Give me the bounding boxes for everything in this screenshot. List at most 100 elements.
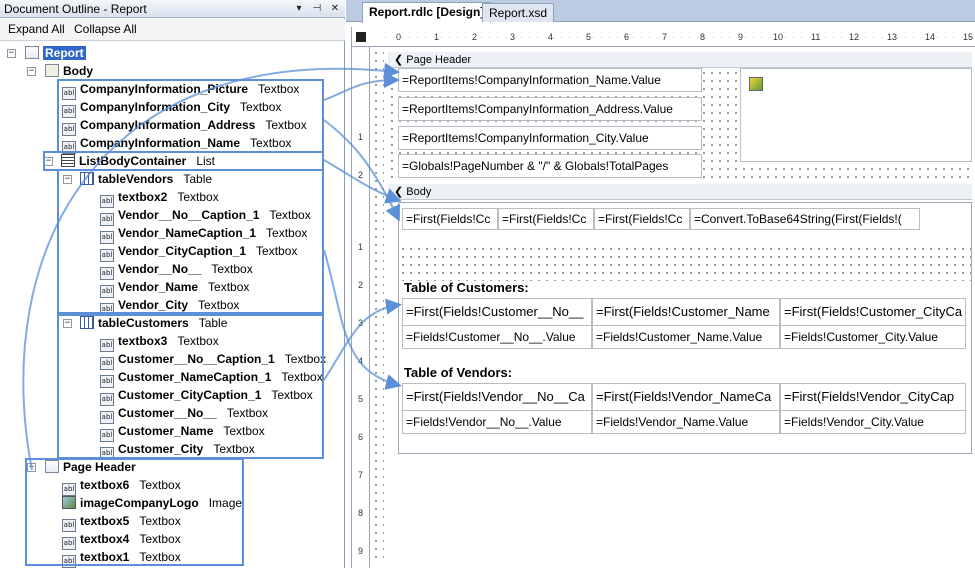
design-surface[interactable]: 0 1 2 3 4 5 6 7 8 9 10 11 12 13 14 15 1 … [351,27,975,568]
tree-node-textbox[interactable]: abl textbox3 Textbox [100,332,219,352]
ruler-tick: 2 [358,170,364,180]
customers-detail-cell[interactable]: =Fields!Customer_Name.Value [592,325,780,349]
tree-node-textbox[interactable]: abl textbox4 Textbox [62,530,181,550]
body-band[interactable]: ❮ Body [388,184,972,200]
tree-node-textbox[interactable]: abl Customer_City Textbox [100,440,255,460]
tree-label-report: Report [43,46,86,60]
image-icon [62,496,76,509]
ruler-tick: 8 [358,508,364,518]
tree-node-textbox[interactable]: abl Vendor_CityCaption_1 Textbox [100,242,297,262]
tree-label-page-header: Page Header [63,460,136,474]
collapse-icon[interactable]: − [63,319,72,328]
tab-report-xsd[interactable]: Report.xsd [482,3,555,22]
ruler-tick: 6 [358,432,364,442]
header-textbox[interactable]: =ReportItems!CompanyInformation_Address.… [398,97,702,121]
tree-node-textbox[interactable]: abl CompanyInformation_City Textbox [62,98,282,118]
ruler-ticks [382,36,972,38]
dropdown-icon[interactable]: ▾ [292,1,306,16]
customers-header-cell[interactable]: =First(Fields!Customer_Name [592,298,780,326]
tree-node-textbox[interactable]: abl CompanyInformation_Name Textbox [62,134,291,154]
tree-node-textbox[interactable]: abl Vendor__No__Caption_1 Textbox [100,206,311,226]
item-type: Textbox [240,100,282,114]
document-tabs: Report.rdlc [Design] Report.xsd [346,0,975,23]
item-type: Textbox [208,280,250,294]
ruler-tick: 1 [358,132,364,142]
tab-report-design[interactable]: Report.rdlc [Design] [362,2,492,23]
table-icon [80,316,94,329]
horizontal-ruler: 0 1 2 3 4 5 6 7 8 9 10 11 12 13 14 15 [352,27,975,47]
tree-node-textbox[interactable]: abl CompanyInformation_Picture Textbox [62,80,299,100]
header-textbox[interactable]: =ReportItems!CompanyInformation_City.Val… [398,126,702,150]
vendors-detail-cell[interactable]: =Fields!Vendor_City.Value [780,410,966,434]
vendors-header-cell[interactable]: =First(Fields!Vendor_CityCap [780,383,966,411]
header-textbox[interactable]: =Globals!PageNumber & "/" & Globals!Tota… [398,154,702,178]
vendors-table-title[interactable]: Table of Vendors: [404,365,512,380]
collapse-icon[interactable]: − [7,49,16,58]
tree-node-textbox[interactable]: abl Customer__No__ Textbox [100,404,269,424]
customers-table-title[interactable]: Table of Customers: [404,280,529,295]
tree-node-textbox[interactable]: abl textbox1 Textbox [62,548,181,568]
tree-node-textbox[interactable]: abl Customer_Name Textbox [100,422,265,442]
collapse-icon[interactable]: − [27,463,36,472]
outline-toolbar: Expand All Collapse All [0,19,345,41]
tree-node-textbox[interactable]: abl CompanyInformation_Address Textbox [62,116,307,136]
tree-node-textbox[interactable]: abl Customer_CityCaption_1 Textbox [100,386,313,406]
vendors-detail-cell[interactable]: =Fields!Vendor__No__.Value [402,410,592,434]
item-type: Textbox [198,298,240,312]
body-label: Body [406,186,432,198]
company-logo-placeholder[interactable] [740,68,972,162]
ruler-tick: 3 [358,318,364,328]
body-icon [45,64,59,77]
item-type: Textbox [213,442,255,456]
collapse-icon[interactable]: − [44,157,53,166]
pin-icon[interactable]: ⊣ [310,1,324,16]
vendors-detail-cell[interactable]: =Fields!Vendor_Name.Value [592,410,780,434]
ruler-corner-icon[interactable] [356,32,366,42]
customers-detail-cell[interactable]: =Fields!Customer_City.Value [780,325,966,349]
page-header-band[interactable]: ❮ Page Header [388,52,972,68]
item-name: Customer_CityCaption_1 [118,388,262,402]
collapse-icon[interactable]: − [27,67,36,76]
list-textbox[interactable]: =First(Fields!Cc [402,208,498,230]
tree-node-textbox[interactable]: abl textbox6 Textbox [62,476,181,496]
tree-node-textbox[interactable]: abl Customer__No__Caption_1 Textbox [100,350,326,370]
item-type: Textbox [226,406,269,420]
list-textbox[interactable]: =First(Fields!Cc [594,208,690,230]
tree-node-textbox[interactable]: abl Vendor_City Textbox [100,296,240,316]
item-name: imageCompanyLogo [80,496,199,510]
tree-node-textbox[interactable]: abl Vendor_NameCaption_1 Textbox [100,224,307,244]
list-textbox[interactable]: =Convert.ToBase64String(First(Fields!( [690,208,920,230]
vendors-header-cell[interactable]: =First(Fields!Vendor__No__Ca [402,383,592,411]
tree-node-textbox[interactable]: abl Customer_NameCaption_1 Textbox [100,368,323,388]
vertical-ruler: 1 2 1 2 3 4 5 6 7 8 9 [352,47,370,568]
expand-all-button[interactable]: Expand All [8,22,65,36]
collapse-all-button[interactable]: Collapse All [74,22,137,36]
header-textbox[interactable]: =ReportItems!CompanyInformation_Name.Val… [398,68,702,92]
item-name: CompanyInformation_City [80,100,231,114]
ruler-tick: 2 [472,32,478,42]
item-type: Table [198,316,228,330]
item-name: Vendor_Name [118,280,199,294]
item-name: CompanyInformation_Picture [80,82,249,96]
tree-node-image[interactable]: imageCompanyLogo Image [62,494,242,512]
item-name: textbox5 [80,514,130,528]
tree-node-textbox[interactable]: abl textbox2 Textbox [100,188,219,208]
panel-title-bar: Document Outline - Report ▾ ⊣ ✕ [0,0,345,18]
vendors-header-cell[interactable]: =First(Fields!Vendor_NameCa [592,383,780,411]
close-icon[interactable]: ✕ [328,1,342,16]
tree-node-textbox[interactable]: abl textbox5 Textbox [62,512,181,532]
table-icon [80,172,94,185]
customers-header-cell[interactable]: =First(Fields!Customer_CityCa [780,298,966,326]
tree-node-textbox[interactable]: abl Vendor_Name Textbox [100,278,250,298]
ruler-tick: 15 [963,32,974,42]
item-name: ListBodyContainer [79,154,187,168]
customers-header-cell[interactable]: =First(Fields!Customer__No__ [402,298,592,326]
customers-detail-cell[interactable]: =Fields!Customer__No__.Value [402,325,592,349]
ruler-tick: 11 [811,32,821,42]
list-textbox[interactable]: =First(Fields!Cc [498,208,594,230]
collapse-icon[interactable]: − [63,175,72,184]
tree-node-textbox[interactable]: abl Vendor__No__ Textbox [100,260,253,280]
item-name: Customer_NameCaption_1 [118,370,272,384]
ruler-tick: 8 [700,32,706,42]
report-designer: Report.rdlc [Design] Report.xsd 0 1 2 3 … [346,0,975,568]
